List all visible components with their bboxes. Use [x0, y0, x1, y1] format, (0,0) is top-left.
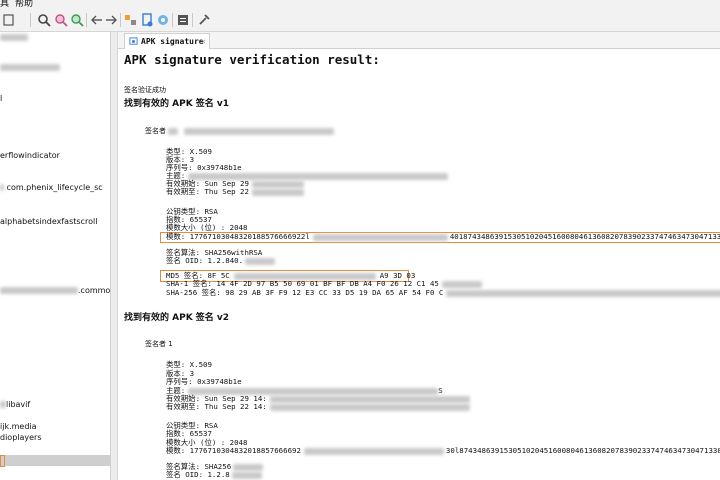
v2-type: 类型: X.509 — [166, 360, 212, 369]
tree-item[interactable]: com.phenix_lifecycle_sc — [0, 182, 103, 193]
forward-icon[interactable] — [103, 12, 119, 28]
tree-item[interactable]: libavif — [0, 399, 30, 410]
v2-serial: 序列号: 0x39748b1e — [166, 377, 242, 386]
tab-bar: APK signature × — [118, 32, 720, 49]
bookmark-icon[interactable] — [139, 12, 155, 28]
v1-signer-label: 签名者 — [145, 127, 335, 135]
v2-modulus: 模数: 1776710304832018857666692 30l87434863… — [166, 446, 720, 455]
search-icon[interactable] — [36, 12, 52, 28]
project-tree: l erflowindicator com.phenix_lifecycle_s… — [0, 32, 111, 480]
tab-close-icon[interactable]: × — [201, 34, 206, 49]
tree-item[interactable] — [0, 32, 28, 43]
tree-item-label: ijk.media — [0, 422, 37, 431]
v2-exponent: 指数: 65537 — [166, 429, 212, 438]
decompile-icon[interactable] — [123, 12, 139, 28]
toolbar-separator — [30, 13, 31, 27]
v1-sig-oid: 签名 OID: 1.2.840. — [166, 257, 276, 265]
toolbar-separator — [120, 13, 121, 27]
v2-sig-oid: 签名 OID: 1.2.8 — [166, 471, 262, 479]
menu-tools[interactable]: 具 — [0, 0, 9, 9]
v1-sha1: SHA-1 签名: 14 4F 2D 97 B5 50 69 01 BF BF … — [166, 280, 482, 288]
tree-item-label: .commor — [78, 286, 111, 295]
v1-sha256: SHA-256 签名: 98 29 AB 3F F9 12 E3 CC 33 D… — [166, 289, 720, 297]
tree-selected-row[interactable] — [0, 455, 110, 467]
v1-modulus: 模数: 17767103048320188576666922l 401874348… — [166, 232, 720, 241]
page-title: APK signature verification result: — [124, 52, 380, 67]
tab-label: APK signature — [141, 37, 204, 46]
panel-splitter[interactable] — [111, 32, 118, 480]
v1-valid-to: 有效期至: Thu Sep 22 — [166, 188, 304, 196]
menu-bar: 具 帮助 — [0, 0, 720, 9]
certificate-icon — [129, 37, 138, 45]
tree-item-label: com.phenix_lifecycle_sc — [6, 183, 103, 192]
tree-item-label: l — [0, 94, 3, 103]
toolbar-separator — [192, 13, 193, 27]
tree-item-label: alphabetsindexfastscroll — [0, 217, 98, 226]
v1-heading: 找到有效的 APK 签名 v1 — [124, 99, 230, 109]
toolbar — [0, 9, 720, 32]
tree-item[interactable]: erflowindicator — [0, 150, 60, 161]
v2-heading: 找到有效的 APK 签名 v2 — [124, 313, 230, 323]
toolbar-separator — [172, 13, 173, 27]
log-icon[interactable] — [175, 12, 191, 28]
quark-icon[interactable] — [155, 12, 171, 28]
tab-apk-signature[interactable]: APK signature × — [124, 33, 210, 49]
tree-item[interactable]: l — [0, 93, 2, 104]
verification-status: 签名验证成功 — [124, 86, 166, 94]
signature-report: APK signature verification result: 签名验证成… — [118, 49, 720, 480]
tree-item[interactable]: dioplayers — [0, 432, 42, 443]
tree-item[interactable] — [0, 62, 60, 73]
menu-help[interactable]: 帮助 — [15, 0, 33, 9]
tree-item-label: dioplayers — [0, 433, 42, 442]
tree-item-label: libavif — [6, 400, 31, 409]
v1-modulus-size: 模数大小 (位) : 2048 — [166, 223, 248, 232]
search-class-icon[interactable] — [53, 12, 69, 28]
tree-item[interactable]: ijk.media — [0, 421, 37, 432]
preferences-icon[interactable] — [196, 12, 212, 28]
v2-signer-label: 签名者 1 — [145, 340, 173, 348]
toolbar-separator — [86, 13, 87, 27]
v2-valid-to: 有效期至: Thu Sep 22 14: — [166, 403, 470, 411]
save-icon[interactable] — [1, 12, 17, 28]
search-usage-icon[interactable] — [69, 12, 85, 28]
tree-item[interactable]: .commor — [0, 285, 111, 296]
selection-marker — [0, 455, 5, 467]
tree-item-label: erflowindicator — [0, 151, 60, 160]
tree-item[interactable]: alphabetsindexfastscroll — [0, 216, 97, 227]
